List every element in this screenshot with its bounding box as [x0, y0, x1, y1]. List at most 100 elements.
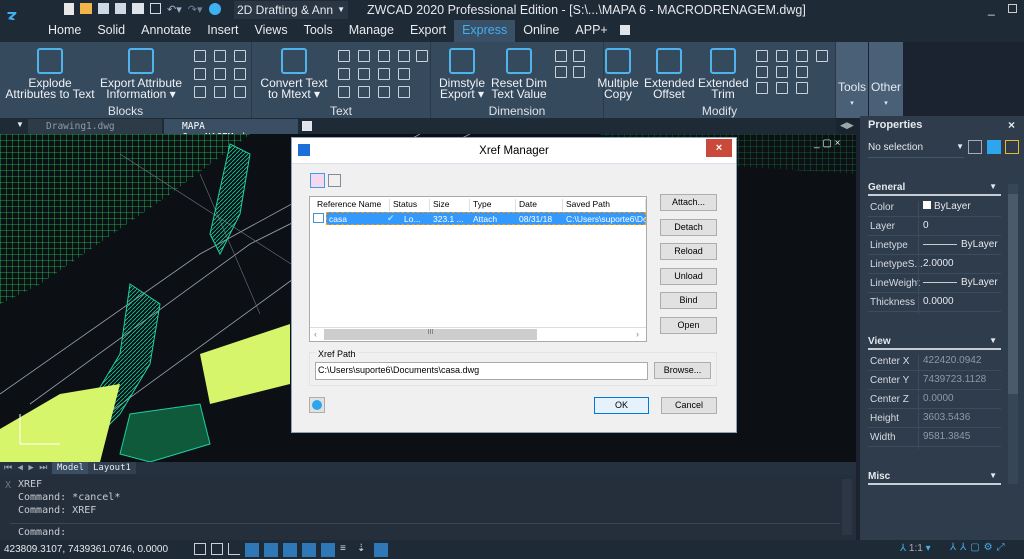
property-row[interactable]: Center X 422420.0942	[868, 352, 1001, 373]
doc-tab-drawing1[interactable]: Drawing1.dwg	[28, 119, 162, 134]
property-row[interactable]: Thickness 0.0000	[868, 293, 1002, 314]
tab-insert[interactable]: Insert	[199, 20, 246, 42]
property-row[interactable]: Width 9581.3845	[868, 428, 1001, 449]
tree-view-icon[interactable]	[328, 174, 341, 187]
property-row[interactable]: LinetypeS... 2.0000	[868, 255, 1001, 276]
section-view[interactable]: View ▼	[868, 336, 1001, 350]
ok-button[interactable]: OK	[594, 397, 649, 414]
column-header[interactable]: Status	[390, 199, 430, 211]
bind-button[interactable]: Bind	[660, 292, 717, 309]
save-as-icon[interactable]	[115, 3, 126, 14]
convert-text-to-mtext-button[interactable]: Convert Text to Mtext ▾	[256, 48, 332, 100]
text-tool-icon[interactable]	[398, 50, 410, 62]
workspace-dropdown[interactable]: 2D Drafting & Ann ▼	[234, 1, 348, 19]
new-tab-icon[interactable]	[302, 121, 312, 131]
modify-tool-icon[interactable]	[776, 66, 788, 78]
viewport-minimize-icon[interactable]: _ ▢ ×	[814, 138, 840, 149]
dyn-ucs-toggle-icon[interactable]	[302, 543, 316, 557]
annotation-scale[interactable]: ⅄ 1:1 ▾	[900, 543, 931, 554]
properties-scrollbar[interactable]	[1008, 184, 1018, 484]
property-row[interactable]: Center Y 7439723.1128	[868, 371, 1001, 392]
column-header[interactable]: Saved Path	[563, 199, 646, 211]
quick-select-icon[interactable]	[1005, 140, 1019, 154]
reset-dim-text-button[interactable]: Reset Dim Text Value	[489, 48, 549, 100]
tab-annotate[interactable]: Annotate	[133, 20, 199, 42]
detach-button[interactable]: Detach	[660, 219, 717, 236]
polar-toggle-icon[interactable]	[245, 543, 259, 557]
doc-tab-mapa6[interactable]: MAPA 6...NAGEM.dwg×	[164, 119, 298, 143]
reload-button[interactable]: Reload	[660, 243, 717, 260]
tab-list-chevron-icon[interactable]: ▼	[16, 120, 24, 129]
close-properties-icon[interactable]: ×	[1008, 118, 1015, 132]
modify-tool-icon[interactable]	[796, 50, 808, 62]
list-view-icon[interactable]	[310, 173, 325, 188]
redo-icon[interactable]: ↷▾	[188, 3, 203, 16]
export-attribute-button[interactable]: Export Attribute Information ▾	[98, 48, 184, 100]
block-tool-icon[interactable]	[214, 50, 226, 62]
selection-dropdown[interactable]: No selection ▼	[868, 142, 964, 158]
xref-row[interactable]: casa ✔ Lo... 323.1 ... Attach 08/31/18 C…	[326, 212, 646, 225]
column-header[interactable]: Date	[516, 199, 563, 211]
tab-manage[interactable]: Manage	[341, 20, 402, 42]
toggle-pickadd-icon[interactable]	[968, 140, 982, 154]
ribbon-minimize-icon[interactable]	[619, 25, 630, 35]
section-misc[interactable]: Misc ▼	[868, 471, 1001, 485]
modify-tool-icon[interactable]	[816, 50, 828, 62]
undo-icon[interactable]: ↶▾	[167, 3, 182, 16]
print-icon[interactable]	[132, 3, 144, 14]
text-tool-icon[interactable]	[398, 68, 410, 80]
tab-tools[interactable]: Tools	[296, 20, 341, 42]
osnap-toggle-icon[interactable]	[264, 543, 278, 557]
other-button[interactable]: Other ▾	[869, 42, 903, 118]
text-tool-icon[interactable]	[358, 68, 370, 80]
modify-tool-icon[interactable]	[756, 50, 768, 62]
block-tool-icon[interactable]	[214, 68, 226, 80]
modify-tool-icon[interactable]	[756, 66, 768, 78]
dim-tool-icon[interactable]	[573, 66, 585, 78]
attach-button[interactable]: Attach...	[660, 194, 717, 211]
restore-icon[interactable]	[1008, 4, 1017, 13]
help-icon[interactable]	[208, 3, 221, 15]
text-tool-icon[interactable]	[338, 50, 350, 62]
text-tool-icon[interactable]	[378, 50, 390, 62]
browse-button[interactable]: Browse...	[654, 362, 711, 379]
property-row[interactable]: LineWeight ByLayer	[868, 274, 1001, 295]
tab-online[interactable]: Online	[515, 20, 567, 42]
modify-tool-icon[interactable]	[756, 82, 768, 94]
column-header[interactable]: Type	[470, 199, 516, 211]
snap-toggle-icon[interactable]	[211, 543, 223, 555]
horizontal-scrollbar[interactable]: ‹ III ›	[310, 327, 646, 341]
tab-solid[interactable]: Solid	[89, 20, 133, 42]
xref-path-input[interactable]: C:\Users\suporte6\Documents\casa.dwg	[315, 362, 648, 380]
text-tool-icon[interactable]	[338, 86, 350, 98]
dyn-input-toggle-icon[interactable]	[321, 543, 335, 557]
tab-express[interactable]: Express	[454, 20, 516, 42]
text-tool-icon[interactable]	[378, 86, 390, 98]
block-tool-icon[interactable]	[234, 86, 246, 98]
property-row[interactable]: Linetype ByLayer	[868, 236, 1001, 257]
properties-divider[interactable]: ◀▶	[836, 118, 860, 134]
tab-model[interactable]: Model	[52, 462, 90, 474]
dim-tool-icon[interactable]	[555, 50, 567, 62]
block-tool-icon[interactable]	[234, 68, 246, 80]
open-button[interactable]: Open	[660, 317, 717, 334]
text-tool-icon[interactable]	[358, 50, 370, 62]
quick-properties-icon[interactable]	[374, 543, 388, 557]
otrack-toggle-icon[interactable]	[283, 543, 297, 557]
text-tool-icon[interactable]	[378, 68, 390, 80]
block-tool-icon[interactable]	[194, 86, 206, 98]
minimize-icon[interactable]: _	[988, 2, 995, 16]
dim-tool-icon[interactable]	[573, 50, 585, 62]
block-tool-icon[interactable]	[214, 86, 226, 98]
help-button[interactable]	[309, 397, 325, 413]
select-objects-icon[interactable]	[987, 140, 1001, 154]
extended-offset-button[interactable]: Extended Offset	[644, 48, 695, 100]
text-tool-icon[interactable]	[398, 86, 410, 98]
property-value[interactable]: 0.0000	[918, 296, 1002, 314]
cancel-button[interactable]: Cancel	[661, 397, 717, 414]
column-header[interactable]: Reference Name	[314, 199, 390, 211]
plot-preview-icon[interactable]	[150, 3, 161, 14]
column-header[interactable]: Size	[430, 199, 470, 211]
save-icon[interactable]	[98, 3, 109, 14]
text-tool-icon[interactable]	[358, 86, 370, 98]
